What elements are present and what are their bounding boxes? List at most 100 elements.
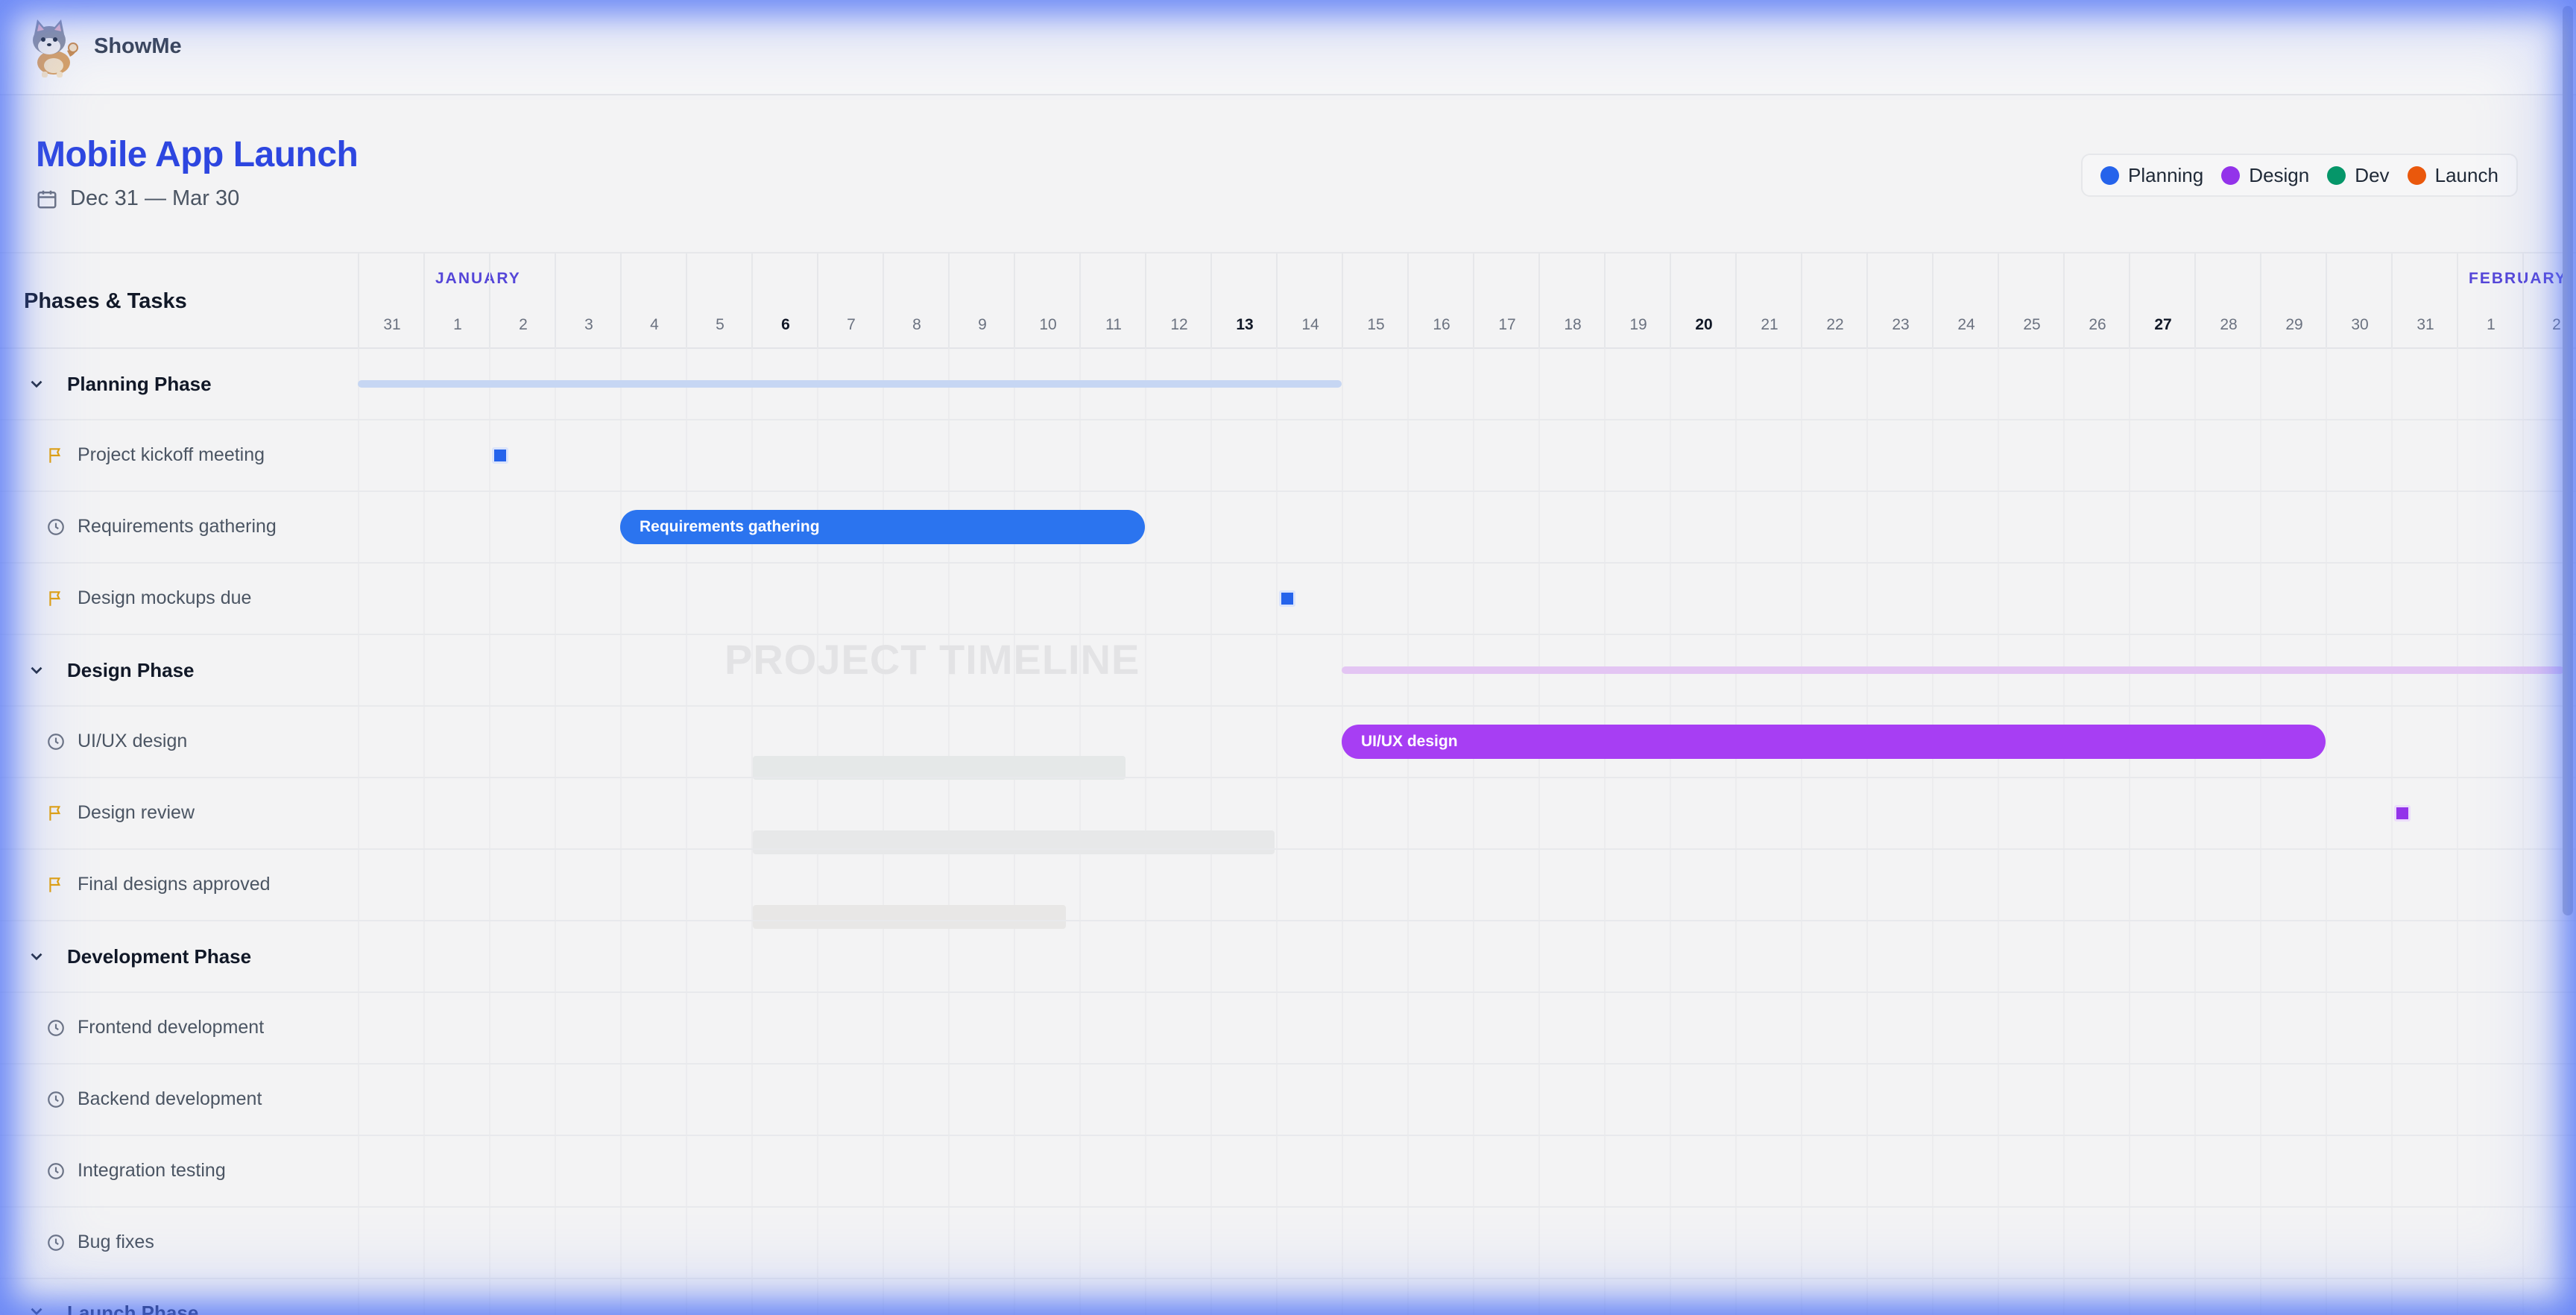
task-row[interactable]: Design mockups due [0, 564, 2576, 635]
day-number: 3 [584, 316, 593, 333]
task-name: Bug fixes [78, 1232, 154, 1252]
phase-row-launch[interactable]: Launch Phase [0, 1279, 2576, 1315]
day-column: 4 [620, 253, 686, 350]
chevron-down-icon[interactable] [27, 947, 46, 966]
chevron-down-icon[interactable] [27, 374, 46, 394]
day-column: 18 [1538, 253, 1604, 350]
task-name: Requirements gathering [78, 516, 277, 537]
day-column: 26 [2063, 253, 2129, 350]
day-number: 1 [453, 316, 462, 333]
day-number: 17 [1498, 316, 1516, 333]
clock-icon [48, 734, 64, 750]
legend-item-dev: Dev [2327, 163, 2390, 187]
planning-phase-bar[interactable] [358, 380, 1342, 388]
phase-name: Planning Phase [67, 373, 212, 395]
day-column: 12 [1145, 253, 1210, 350]
vertical-scrollbar[interactable] [2563, 6, 2573, 915]
day-column: 23 [1866, 253, 1932, 350]
task-name: Backend development [78, 1088, 262, 1109]
task-row[interactable]: Final designs approved [0, 850, 2576, 921]
dev-dot-icon [2327, 165, 2346, 185]
day-column: 28 [2194, 253, 2260, 350]
task-row[interactable]: Integration testing [0, 1136, 2576, 1208]
clock-icon [48, 519, 64, 535]
task-row[interactable]: Backend development [0, 1065, 2576, 1136]
day-number: 31 [383, 316, 401, 333]
top-app-bar: ShowMe [0, 0, 2576, 95]
day-column: 16 [1407, 253, 1473, 350]
day-number: 31 [2416, 316, 2434, 333]
mockups-milestone-marker[interactable] [1279, 590, 1295, 607]
day-column: 1 [423, 253, 489, 350]
launch-dot-icon [2407, 165, 2426, 185]
task-row[interactable]: Project kickoff meeting [0, 420, 2576, 492]
legend-label: Planning [2128, 163, 2204, 186]
design-dot-icon [2221, 165, 2241, 185]
flag-icon [49, 591, 61, 606]
uiux-task-bar[interactable]: UI/UX design [1342, 725, 2326, 759]
calendar-icon [37, 190, 57, 208]
task-row[interactable]: Requirements gathering Requirements gath… [0, 492, 2576, 564]
day-column: 15 [1342, 253, 1407, 350]
planning-dot-icon [2100, 165, 2120, 185]
design-review-milestone-marker[interactable] [2394, 805, 2411, 822]
kickoff-milestone-marker[interactable] [492, 447, 508, 464]
chevron-down-icon[interactable] [27, 660, 46, 680]
task-row[interactable]: Frontend development [0, 993, 2576, 1065]
phase-name: Design Phase [67, 659, 195, 681]
task-row[interactable]: Bug fixes [0, 1208, 2576, 1279]
task-row[interactable]: Design review [0, 778, 2576, 850]
phase-row-development[interactable]: Development Phase [0, 921, 2576, 993]
clock-icon [48, 1163, 64, 1179]
day-column: 31 [358, 253, 423, 350]
timeline-header: Phases & Tasks JANUARY FEBRUARY 31 1 2 3 4 5 6… [0, 252, 2576, 350]
day-number: 30 [2351, 316, 2369, 333]
day-number: 24 [1957, 316, 1975, 333]
day-column: 21 [1735, 253, 1801, 350]
day-number: 15 [1367, 316, 1385, 333]
day-number: 18 [1564, 316, 1582, 333]
requirements-task-bar[interactable]: Requirements gathering [620, 510, 1145, 544]
day-column: 13 [1210, 253, 1276, 350]
design-phase-bar[interactable] [1342, 666, 2564, 674]
legend-label: Dev [2355, 163, 2390, 186]
day-number: 22 [1826, 316, 1844, 333]
phase-row-planning[interactable]: Planning Phase [0, 349, 2576, 420]
day-column: 6 [751, 253, 817, 350]
flag-icon [49, 877, 61, 892]
phase-name: Launch Phase [67, 1302, 199, 1315]
day-column: 31 [2391, 253, 2457, 350]
legend-item-launch: Launch [2407, 163, 2498, 187]
legend: Planning Design Dev Launch [2081, 154, 2518, 197]
day-column: 8 [883, 253, 948, 350]
day-column: 10 [1014, 253, 1079, 350]
day-column: 5 [686, 253, 751, 350]
legend-label: Design [2249, 163, 2310, 186]
day-column: 1 [2457, 253, 2522, 350]
day-column: 7 [817, 253, 883, 350]
legend-item-planning: Planning [2100, 164, 2203, 187]
task-row[interactable]: UI/UX design UI/UX design [0, 707, 2576, 778]
flag-icon [49, 806, 61, 821]
day-column: 19 [1604, 253, 1670, 350]
day-number: 14 [1301, 316, 1319, 333]
day-column: 11 [1079, 253, 1145, 350]
day-number: 12 [1170, 316, 1188, 333]
shiba-logo-icon[interactable] [21, 16, 83, 79]
day-number: 9 [978, 316, 987, 333]
task-name: Final designs approved [78, 874, 271, 895]
day-column: 17 [1473, 253, 1538, 350]
phase-row-design[interactable]: Design Phase [0, 635, 2576, 707]
day-column: 3 [555, 253, 620, 350]
app-root: ShowMe Mobile App Launch Dec 31 — Mar 30… [0, 0, 2576, 1315]
chevron-down-icon[interactable] [27, 1302, 46, 1315]
task-name: Frontend development [78, 1017, 265, 1038]
day-number: 2 [519, 316, 528, 333]
day-number: 16 [1433, 316, 1450, 333]
day-number: 19 [1629, 316, 1647, 333]
clock-icon [48, 1020, 64, 1036]
day-number: 6 [781, 316, 790, 333]
legend-label: Launch [2434, 163, 2498, 186]
phase-name: Development Phase [67, 945, 252, 968]
day-number: 29 [2285, 316, 2303, 333]
